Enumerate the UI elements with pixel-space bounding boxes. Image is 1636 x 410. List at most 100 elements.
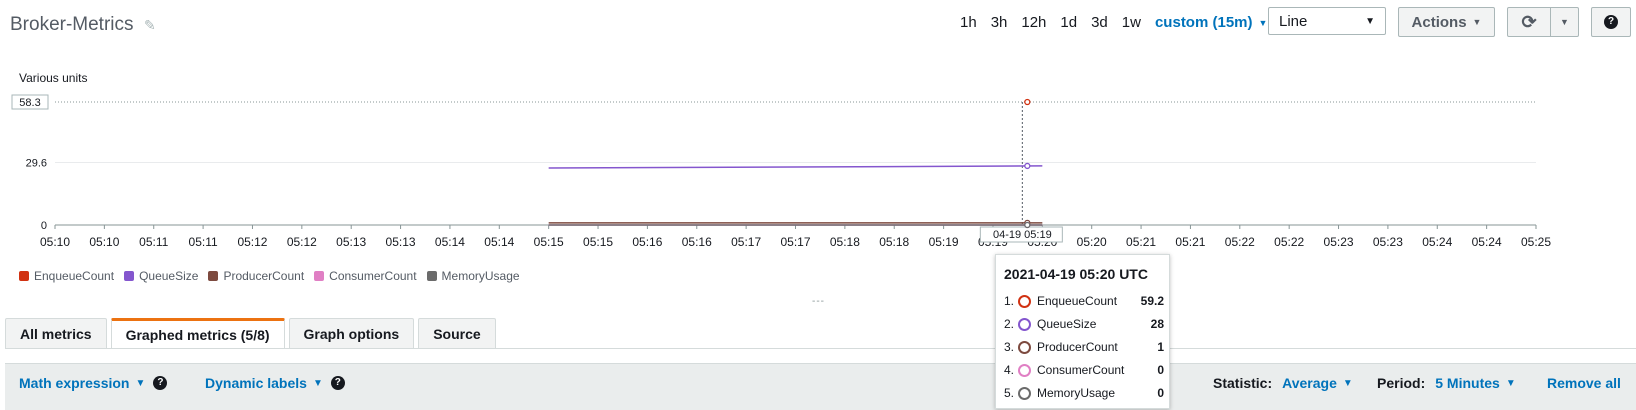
- chevron-down-icon: ▼: [312, 377, 323, 389]
- tooltip-series-marker: [1018, 340, 1031, 354]
- x-tick-label: 05:17: [780, 235, 810, 249]
- legend-item[interactable]: EnqueueCount: [19, 269, 114, 283]
- legend-swatch: [426, 271, 437, 281]
- tooltip-series-name: EnqueueCount: [1037, 294, 1118, 308]
- tab-graph-options[interactable]: Graph options: [288, 318, 415, 348]
- period-value[interactable]: 5 Minutes: [1435, 375, 1500, 391]
- math-expression-label: Math expression: [19, 375, 130, 391]
- series-point-memoryusage: [1024, 221, 1031, 229]
- legend-item[interactable]: ConsumerCount: [314, 269, 417, 283]
- dynamic-labels-label: Dynamic labels: [205, 375, 307, 391]
- period-label: Period:: [1377, 375, 1426, 391]
- x-tick-label: 05:12: [237, 235, 267, 249]
- x-tick-label: 05:23: [1324, 235, 1354, 249]
- tooltip-series-value: 0: [1157, 386, 1164, 400]
- metric-tabs: All metrics Graphed metrics (5/8) Graph …: [5, 318, 500, 349]
- legend-swatch: [314, 271, 325, 281]
- tooltip-series-name: MemoryUsage: [1037, 386, 1116, 400]
- series-point-queuesize: [1024, 162, 1031, 170]
- help-icon[interactable]: ?: [330, 376, 345, 390]
- tooltip-series-marker: [1018, 363, 1031, 377]
- statistic-value[interactable]: Average: [1282, 375, 1337, 391]
- x-tick-label: 05:17: [731, 235, 761, 249]
- tooltip-series-value: 59.2: [1140, 294, 1164, 308]
- x-tick-label: 05:24: [1422, 235, 1452, 249]
- x-tick-label: 05:10: [89, 235, 119, 249]
- x-tick-label: 05:16: [632, 235, 662, 249]
- legend-label: ProducerCount: [223, 269, 305, 283]
- tooltip-row-index: 5.: [1004, 386, 1015, 400]
- y-tick-label: 29.6: [26, 158, 47, 170]
- x-tick-label: 05:13: [336, 235, 366, 249]
- tooltip-row-index: 3.: [1004, 340, 1015, 354]
- x-tick-label: 05:18: [879, 235, 909, 249]
- cursor-label: 04-19 05:19: [993, 229, 1052, 241]
- x-tick-label: 05:22: [1225, 235, 1255, 249]
- x-tick-label: 05:13: [386, 235, 416, 249]
- tooltip-series-name: ProducerCount: [1037, 340, 1118, 354]
- chevron-down-icon: ▼: [135, 377, 146, 389]
- x-tick-label: 05:22: [1274, 235, 1304, 249]
- tooltip-series-value: 28: [1150, 317, 1164, 331]
- tooltip-series-marker: [1018, 317, 1031, 331]
- legend-item[interactable]: ProducerCount: [208, 269, 304, 283]
- tooltip-row: 3. ProducerCount 1: [1004, 337, 1164, 357]
- tab-source[interactable]: Source: [418, 318, 496, 348]
- y-tick-label: 58.3: [19, 97, 40, 109]
- remove-all-link[interactable]: Remove all: [1547, 375, 1621, 391]
- dynamic-labels-dropdown[interactable]: Dynamic labels ▼ ?: [205, 375, 345, 391]
- chart-tooltip: 2021-04-19 05:20 UTC 1. EnqueueCount 59.2 2…: [995, 254, 1170, 409]
- legend-item[interactable]: QueueSize: [124, 269, 198, 283]
- x-tick-label: 05:19: [929, 235, 959, 249]
- chevron-down-icon[interactable]: ▼: [1343, 378, 1353, 389]
- tooltip-series-marker: [1018, 294, 1031, 308]
- help-icon[interactable]: ?: [153, 376, 168, 390]
- tooltip-row: 4. ConsumerCount 0: [1004, 360, 1164, 380]
- math-expression-dropdown[interactable]: Math expression ▼ ?: [19, 375, 168, 391]
- x-tick-label: 05:14: [484, 235, 514, 249]
- y-tick-label: 0: [41, 220, 47, 232]
- tooltip-row: 1. EnqueueCount 59.2: [1004, 291, 1164, 311]
- tooltip-series-marker: [1018, 386, 1031, 400]
- tooltip-row-index: 1.: [1004, 294, 1015, 308]
- x-tick-label: 05:21: [1126, 235, 1156, 249]
- legend-label: QueueSize: [139, 269, 199, 283]
- tooltip-series-value: 1: [1157, 340, 1164, 354]
- x-tick-label: 05:25: [1521, 235, 1551, 249]
- tooltip-series-name: ConsumerCount: [1037, 363, 1125, 377]
- remove-all-label: Remove all: [1547, 375, 1621, 391]
- tooltip-row-index: 4.: [1004, 363, 1015, 377]
- series-line-queuesize: [548, 165, 1043, 169]
- statistic-label: Statistic:: [1213, 375, 1273, 391]
- legend-swatch: [208, 271, 219, 281]
- x-tick-label: 05:15: [534, 235, 564, 249]
- tooltip-title: 2021-04-19 05:20 UTC: [1004, 266, 1148, 282]
- resize-handle[interactable]: ---: [812, 296, 825, 307]
- x-tick-label: 05:18: [830, 235, 860, 249]
- period-selector: Period: 5 Minutes ▼: [1377, 375, 1516, 391]
- chart-legend: EnqueueCount QueueSize ProducerCount Consum…: [19, 269, 530, 283]
- legend-label: MemoryUsage: [441, 269, 520, 283]
- series-point-enqueuecount: [1024, 98, 1031, 106]
- tab-all-metrics[interactable]: All metrics: [5, 318, 107, 348]
- x-tick-label: 05:23: [1373, 235, 1403, 249]
- legend-item[interactable]: MemoryUsage: [426, 269, 520, 283]
- x-tick-label: 05:16: [682, 235, 712, 249]
- panel-border: [5, 348, 1636, 349]
- x-tick-label: 05:15: [583, 235, 613, 249]
- tooltip-series-name: QueueSize: [1037, 317, 1097, 331]
- chart[interactable]: 0 29.6 58.3 05:10 05:10 05:11 05:11 05:12 05:12 0…: [0, 0, 1636, 260]
- tooltip-row: 5. MemoryUsage 0: [1004, 383, 1164, 403]
- x-tick-label: 05:11: [189, 235, 218, 249]
- x-tick-label: 05:10: [40, 235, 70, 249]
- tab-graphed-metrics[interactable]: Graphed metrics (5/8): [110, 318, 285, 349]
- chevron-down-icon[interactable]: ▼: [1506, 378, 1516, 389]
- tooltip-row: 2. QueueSize 28: [1004, 314, 1164, 334]
- legend-label: EnqueueCount: [34, 269, 115, 283]
- x-tick-label: 05:12: [287, 235, 317, 249]
- legend-label: ConsumerCount: [329, 269, 417, 283]
- statistic-selector: Statistic: Average ▼: [1213, 375, 1353, 391]
- legend-swatch: [124, 271, 135, 281]
- x-tick-label: 05:20: [1077, 235, 1107, 249]
- tooltip-row-index: 2.: [1004, 317, 1015, 331]
